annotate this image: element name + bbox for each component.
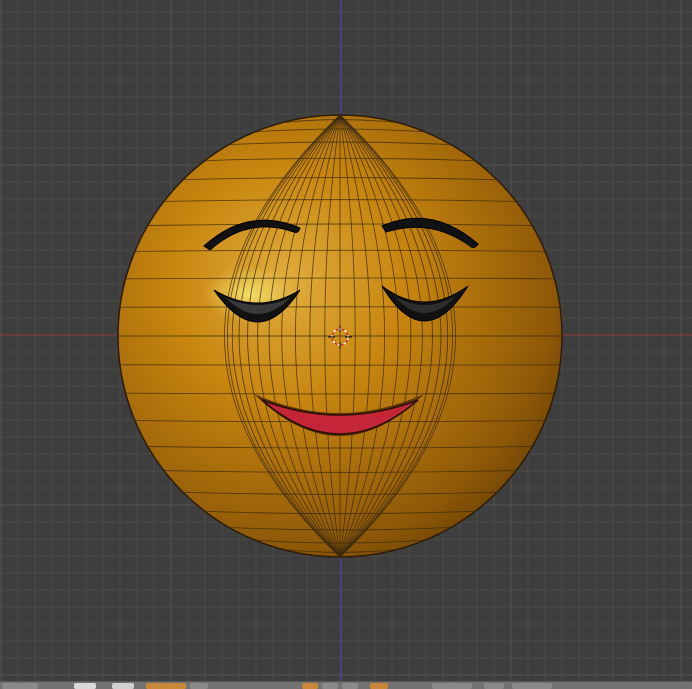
- manipulator-icon[interactable]: [190, 683, 208, 689]
- viewport-shading-icon[interactable]: [112, 683, 134, 689]
- viewport-canvas[interactable]: [0, 0, 692, 681]
- view-menu-button[interactable]: [2, 683, 38, 689]
- face-select-icon[interactable]: [342, 683, 358, 689]
- proportional-edit-icon[interactable]: [432, 683, 472, 689]
- vertex-select-icon[interactable]: [302, 683, 318, 689]
- snap-icon[interactable]: [484, 683, 504, 689]
- 3d-view-header: [0, 681, 692, 689]
- limit-selection-icon[interactable]: [370, 683, 388, 689]
- object-mode-icon[interactable]: [74, 683, 96, 689]
- emoji-mesh[interactable]: [117, 114, 563, 558]
- render-icon[interactable]: [512, 683, 552, 689]
- pivot-icon[interactable]: [146, 683, 186, 689]
- 3d-viewport[interactable]: [0, 0, 692, 681]
- edge-select-icon[interactable]: [322, 683, 338, 689]
